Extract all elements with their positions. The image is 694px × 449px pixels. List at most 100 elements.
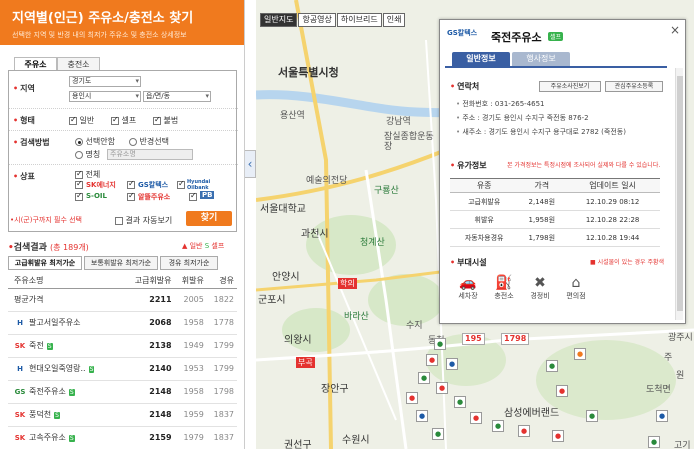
favorite-station-button[interactable]: 관심주유소등록 — [605, 81, 663, 92]
station-name-input[interactable]: 주유소명 — [107, 149, 193, 160]
brand-label: 상표 — [13, 171, 35, 182]
station-marker-icon[interactable]: ● — [574, 348, 586, 360]
find-button[interactable]: 찾기 — [186, 211, 232, 226]
diesel-price: 1837 — [206, 403, 237, 427]
station-name-link[interactable]: 현대오일죽영랑.. — [29, 364, 86, 373]
brand-gs-checkbox[interactable] — [127, 179, 135, 189]
station-marker-icon[interactable]: ● — [406, 392, 418, 404]
popup-scrollbar[interactable] — [675, 68, 683, 320]
method-none-radio[interactable] — [75, 137, 83, 146]
dong-select[interactable]: 읍/면/동 — [143, 91, 211, 102]
close-icon[interactable]: × — [670, 23, 680, 37]
tab-general-info[interactable]: 일반정보 — [452, 52, 510, 66]
brand-pb-checkbox[interactable] — [189, 191, 197, 201]
station-marker-icon[interactable]: ● — [436, 382, 448, 394]
gasoline-price: 1958 — [174, 311, 207, 335]
update-time: 12.10.28 19:44 — [565, 228, 660, 247]
col-gasoline[interactable]: 휘발유 — [174, 274, 207, 289]
type-self[interactable]: 셀프 — [111, 115, 136, 126]
col-name[interactable]: 주유소명 — [8, 274, 124, 289]
col-updated: 업데이트 일시 — [565, 178, 660, 193]
station-marker-icon[interactable]: ● — [426, 354, 438, 366]
brand-all-checkbox[interactable] — [75, 169, 83, 179]
station-marker-icon[interactable]: ● — [470, 412, 482, 424]
station-name-link[interactable]: 풍덕천 — [29, 410, 51, 419]
type-illegal[interactable]: 불법 — [153, 115, 178, 126]
tab-premium-lowest[interactable]: 고급휘발유 최저가순 — [8, 256, 82, 270]
method-name-radio[interactable] — [75, 150, 83, 159]
station-marker-icon[interactable]: ● — [586, 410, 598, 422]
facility-label: 충전소 — [494, 292, 514, 300]
map-type-hybrid[interactable]: 하이브리드 — [336, 13, 382, 27]
method-name[interactable]: 명칭 — [75, 149, 100, 160]
station-name-link[interactable]: 팔고서일주유소 — [29, 318, 81, 327]
table-row[interactable]: SK 고속주유소 S 2159 1979 1837 — [8, 426, 237, 449]
map-type-normal[interactable]: 일반지도 — [260, 13, 298, 27]
station-name-link[interactable]: 고속주유소 — [29, 433, 66, 442]
collapse-panel-button[interactable]: ‹ — [245, 150, 256, 178]
station-address: 주소 : 경기도 용인시 수지구 죽전동 876-2 — [456, 113, 588, 123]
brand-hyundai-checkbox[interactable] — [177, 179, 185, 189]
table-row[interactable]: SK 죽전 S 2138 1949 1799 — [8, 334, 237, 358]
station-info-popup: GS칼텍스 죽전주유소 셀프 × 일반정보 행사정보 연락처 주유소사진보기 관… — [439, 19, 686, 324]
table-row[interactable]: H 팔고서일주유소 2068 1958 1778 — [8, 311, 237, 335]
method-label: 검색방법 — [13, 137, 49, 148]
type-general[interactable]: 일반 — [69, 115, 94, 126]
map-type-print[interactable]: 인쇄 — [382, 13, 406, 27]
station-marker-icon[interactable]: ● — [546, 360, 558, 372]
brand-soil-checkbox[interactable] — [75, 191, 83, 201]
tab-event-info[interactable]: 행사정보 — [512, 52, 570, 66]
station-marker-icon[interactable]: ● — [656, 410, 668, 422]
brand-sk-checkbox[interactable] — [75, 179, 83, 189]
station-marker-icon[interactable]: ● — [556, 385, 568, 397]
sido-select[interactable]: 경기도 — [69, 76, 141, 87]
station-marker-icon[interactable]: ● — [648, 436, 660, 448]
price-marker[interactable]: 1798 — [501, 333, 530, 345]
type-general-checkbox[interactable] — [69, 115, 77, 125]
wrench-icon: ✖ — [534, 275, 546, 291]
station-marker-icon[interactable]: ● — [432, 428, 444, 440]
fuel-type: 자동차용경유 — [450, 228, 519, 247]
tab-regular-lowest[interactable]: 보통휘발유 최저가순 — [84, 256, 158, 270]
station-photo-button[interactable]: 주유소사진보기 — [539, 81, 601, 92]
type-illegal-checkbox[interactable] — [153, 115, 161, 125]
station-name-link[interactable]: 죽전주유소 — [29, 387, 66, 396]
map-type-aerial[interactable]: 항공영상 — [298, 13, 336, 27]
fuel-type: 휘발유 — [450, 210, 519, 229]
table-row[interactable]: GS 죽전주유소 S 2148 1958 1798 — [8, 380, 237, 404]
auto-view-option[interactable]: 결과 자동보기 — [115, 215, 172, 226]
type-self-checkbox[interactable] — [111, 115, 119, 125]
tab-diesel-lowest[interactable]: 경유 최저가순 — [160, 256, 218, 270]
popup-scrollbar-thumb[interactable] — [677, 76, 683, 311]
station-marker-icon[interactable]: ● — [518, 425, 530, 437]
station-marker-icon[interactable]: ● — [454, 396, 466, 408]
station-marker-icon[interactable]: ● — [416, 410, 428, 422]
station-marker-icon[interactable]: ● — [552, 430, 564, 442]
legend-general: 일반 — [189, 242, 203, 250]
sigungu-select[interactable]: 용인시 — [69, 91, 141, 102]
table-row[interactable]: SK 풍덕천 S 2148 1959 1837 — [8, 403, 237, 427]
station-marker-icon[interactable]: ● — [492, 420, 504, 432]
method-none[interactable]: 선택안함 — [75, 136, 115, 147]
map-label: 의왕시 — [284, 335, 312, 346]
price-marker[interactable]: 195 — [462, 333, 485, 345]
station-marker-icon[interactable]: ● — [418, 372, 430, 384]
station-marker-icon[interactable]: ● — [446, 358, 458, 370]
col-diesel[interactable]: 경유 — [206, 274, 237, 289]
gasoline-price: 1958 — [174, 380, 207, 404]
method-radius-radio[interactable] — [129, 137, 137, 146]
auto-view-checkbox[interactable] — [115, 216, 123, 225]
price-row: 휘발유 1,958원 12.10.28 22:28 — [450, 210, 660, 229]
table-row[interactable]: H 현대오일죽영랑.. S 2140 1953 1799 — [8, 357, 237, 381]
brand-altteul-checkbox[interactable] — [127, 191, 135, 201]
tab-gas-station[interactable]: 주유소 — [14, 57, 57, 71]
col-premium[interactable]: 고급휘발유 — [123, 274, 175, 289]
tab-charging-station[interactable]: 충전소 — [57, 57, 100, 71]
method-radius[interactable]: 반경선택 — [129, 136, 169, 147]
station-marker-icon[interactable]: ● — [434, 338, 446, 350]
fuel-price: 1,958원 — [518, 210, 566, 229]
brand-logo-icon: SK — [14, 342, 26, 350]
map-label: 구룡산 — [374, 186, 399, 196]
station-name-link[interactable]: 죽전 — [29, 341, 44, 350]
brand-gs-logo: GS칼텍스 — [138, 181, 169, 189]
